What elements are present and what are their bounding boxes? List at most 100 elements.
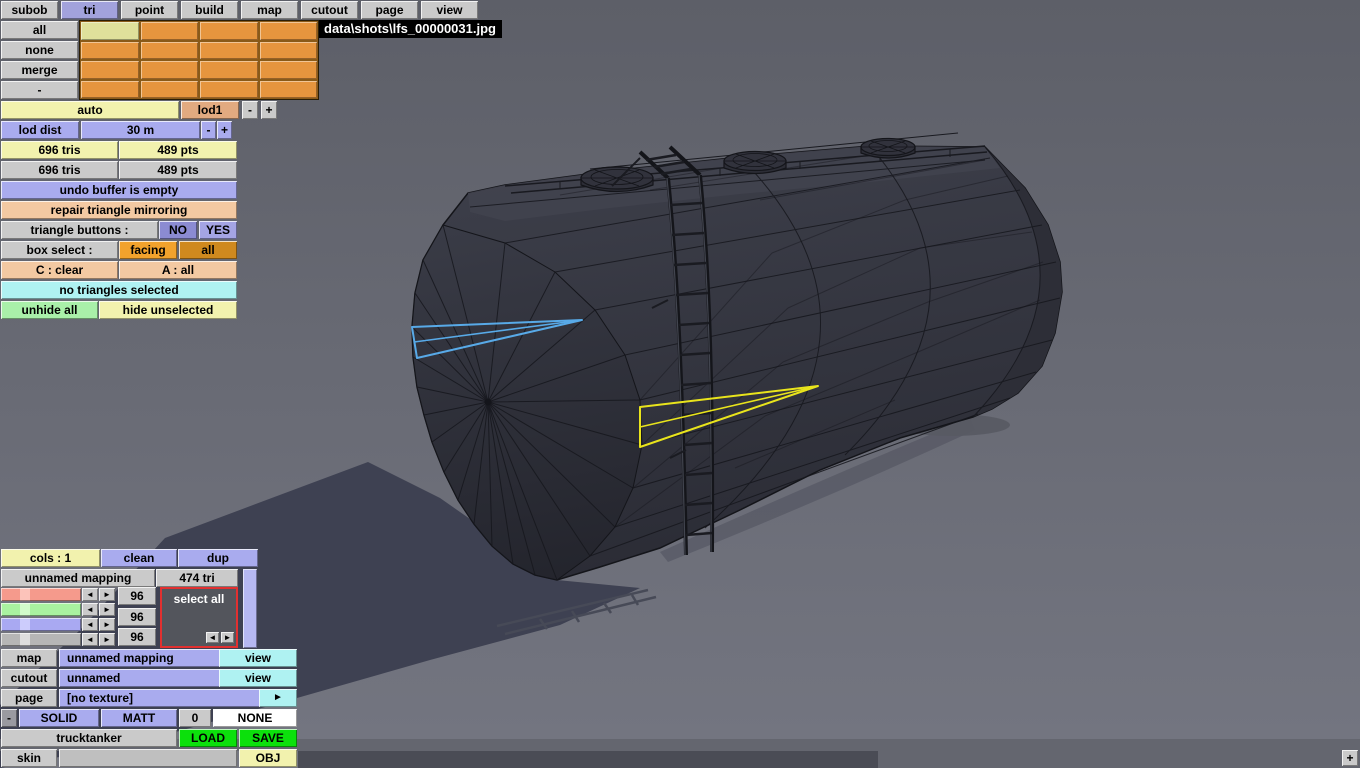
tab-cutout[interactable]: cutout — [301, 1, 358, 19]
solid-button[interactable]: SOLID — [19, 709, 99, 727]
clean-button[interactable]: clean — [101, 549, 177, 567]
lod-remove-button[interactable]: - — [242, 101, 258, 119]
color-value-1[interactable]: 96 — [118, 587, 156, 605]
pts-count-total: 489 pts — [119, 161, 237, 179]
merge-button[interactable]: merge — [1, 61, 78, 79]
manhole-1 — [580, 166, 654, 193]
subobject-grid — [79, 20, 319, 100]
grid-cell[interactable] — [140, 41, 198, 59]
red-slider-right-button[interactable]: ► — [99, 588, 115, 601]
green-slider-left-button[interactable]: ◄ — [82, 603, 98, 616]
mapping-tri-count: 474 tri — [156, 569, 238, 587]
tab-point[interactable]: point — [121, 1, 178, 19]
page-label: page — [1, 689, 57, 707]
select-all-right-button[interactable]: ► — [221, 632, 234, 643]
gray-slider-right-button[interactable]: ► — [99, 633, 115, 646]
box-select-label: box select : — [1, 241, 118, 259]
tab-page[interactable]: page — [361, 1, 418, 19]
grid-cell[interactable] — [81, 80, 139, 98]
grid-cell[interactable] — [259, 41, 317, 59]
color-value-2[interactable]: 96 — [118, 608, 156, 626]
material-count[interactable]: 0 — [179, 709, 211, 727]
material-none[interactable]: NONE — [213, 709, 297, 727]
skin-field[interactable] — [59, 749, 237, 767]
select-all-subob-button[interactable]: all — [1, 21, 78, 39]
box-select-all[interactable]: all — [179, 241, 237, 259]
save-button[interactable]: SAVE — [239, 729, 297, 747]
gray-slider[interactable] — [1, 633, 81, 646]
select-none-button[interactable]: none — [1, 41, 78, 59]
model-name[interactable]: trucktanker — [1, 729, 177, 747]
grid-cell[interactable] — [81, 41, 139, 59]
load-button[interactable]: LOAD — [179, 729, 237, 747]
hide-unselected-button[interactable]: hide unselected — [99, 301, 237, 319]
selection-status: no triangles selected — [1, 281, 237, 299]
grid-cell[interactable] — [259, 80, 317, 98]
tab-tri[interactable]: tri — [61, 1, 118, 19]
cutout-label: cutout — [1, 669, 57, 687]
grid-cell[interactable] — [200, 22, 258, 40]
gray-slider-left-button[interactable]: ◄ — [82, 633, 98, 646]
matt-button[interactable]: MATT — [101, 709, 177, 727]
manhole-3 — [860, 137, 916, 159]
clear-button[interactable]: C : clear — [1, 261, 118, 279]
grid-cell[interactable] — [200, 61, 258, 79]
tris-count: 696 tris — [1, 141, 118, 159]
tris-count-total: 696 tris — [1, 161, 118, 179]
green-slider-right-button[interactable]: ► — [99, 603, 115, 616]
lod-current-button[interactable]: lod1 — [181, 101, 239, 119]
triangle-buttons-yes[interactable]: YES — [199, 221, 237, 239]
red-slider[interactable] — [1, 588, 81, 601]
grid-cell[interactable] — [200, 80, 258, 98]
lod-dist-increase-button[interactable]: + — [217, 121, 232, 139]
grid-cell[interactable] — [81, 22, 139, 40]
page-next-icon[interactable]: ► — [259, 689, 297, 707]
map-value[interactable]: unnamed mapping — [59, 649, 225, 667]
cutout-view-button[interactable]: view — [219, 669, 297, 687]
box-select-facing[interactable]: facing — [119, 241, 177, 259]
tab-map[interactable]: map — [241, 1, 298, 19]
tab-subob[interactable]: subob — [1, 1, 58, 19]
grid-cell[interactable] — [140, 80, 198, 98]
grid-cell[interactable] — [81, 61, 139, 79]
select-all-label: select all — [173, 592, 225, 606]
obj-button[interactable]: OBJ — [239, 749, 297, 767]
cutout-value[interactable]: unnamed — [59, 669, 225, 687]
select-all-tris-button[interactable]: A : all — [119, 261, 237, 279]
material-minus-button[interactable]: - — [1, 709, 17, 727]
grid-cell[interactable] — [200, 41, 258, 59]
map-view-button[interactable]: view — [219, 649, 297, 667]
red-slider-left-button[interactable]: ◄ — [82, 588, 98, 601]
map-label: map — [1, 649, 57, 667]
color-value-3[interactable]: 96 — [118, 628, 156, 646]
lod-dist-decrease-button[interactable]: - — [201, 121, 216, 139]
bottom-plus-button[interactable]: + — [1342, 750, 1358, 766]
triangle-buttons-no[interactable]: NO — [159, 221, 197, 239]
blue-slider[interactable] — [1, 618, 81, 631]
dup-button[interactable]: dup — [178, 549, 258, 567]
minus-row-button[interactable]: - — [1, 81, 78, 99]
unhide-all-button[interactable]: unhide all — [1, 301, 98, 319]
mapping-scrollbar[interactable] — [243, 569, 257, 648]
page-value[interactable]: [no texture] — [59, 689, 265, 707]
lod-auto-button[interactable]: auto — [1, 101, 179, 119]
cols-button[interactable]: cols : 1 — [1, 549, 100, 567]
lod-add-button[interactable]: + — [261, 101, 277, 119]
viewport-title: data\shots\lfs_00000031.jpg — [318, 20, 502, 38]
undo-status[interactable]: undo buffer is empty — [1, 181, 237, 199]
grid-cell[interactable] — [259, 61, 317, 79]
tab-view[interactable]: view — [421, 1, 478, 19]
select-all-left-button[interactable]: ◄ — [206, 632, 219, 643]
repair-mirroring-button[interactable]: repair triangle mirroring — [1, 201, 237, 219]
grid-cell[interactable] — [259, 22, 317, 40]
pts-count: 489 pts — [119, 141, 237, 159]
tab-build[interactable]: build — [181, 1, 238, 19]
green-slider[interactable] — [1, 603, 81, 616]
blue-slider-left-button[interactable]: ◄ — [82, 618, 98, 631]
skin-label: skin — [1, 749, 57, 767]
blue-slider-right-button[interactable]: ► — [99, 618, 115, 631]
grid-cell[interactable] — [140, 61, 198, 79]
lod-dist-value[interactable]: 30 m — [81, 121, 200, 139]
grid-cell[interactable] — [140, 22, 198, 40]
mapping-name[interactable]: unnamed mapping — [1, 569, 155, 587]
